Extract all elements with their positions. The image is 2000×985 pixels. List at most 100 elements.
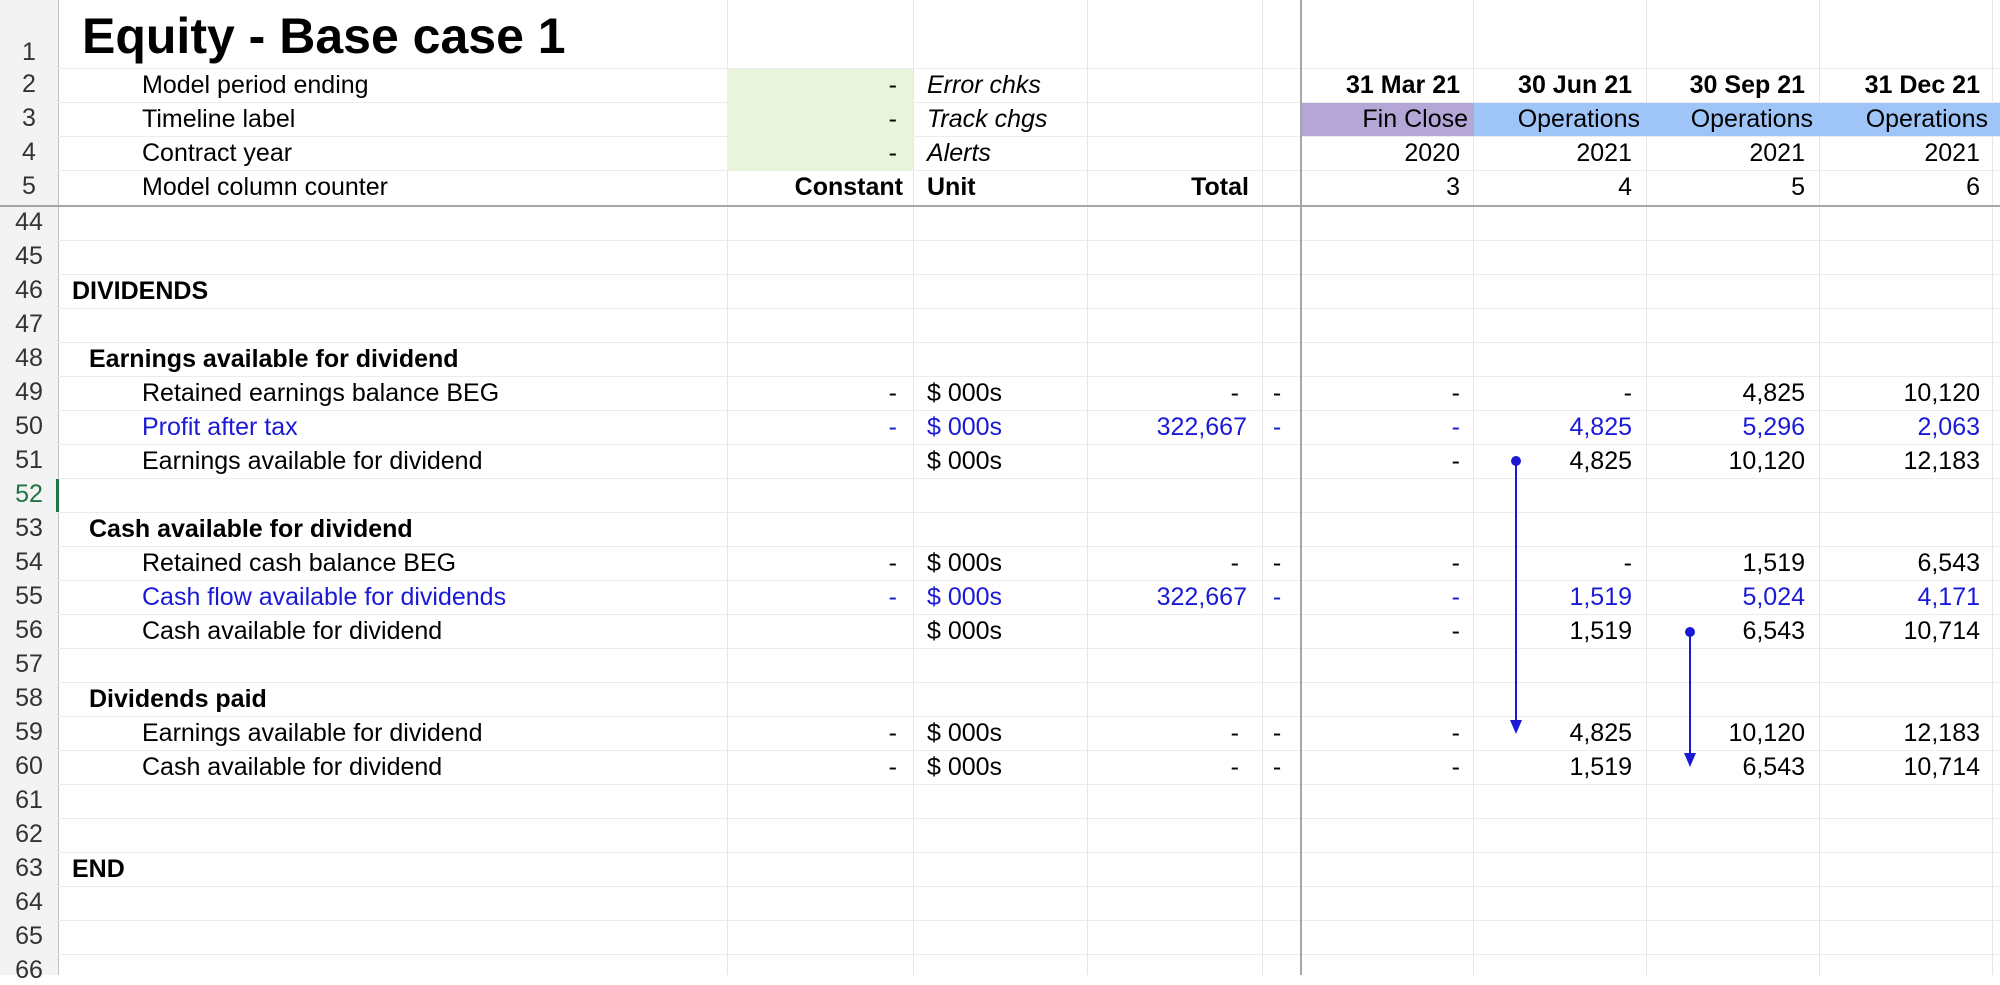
row-number[interactable]: 51 — [0, 446, 58, 475]
subsection-heading[interactable]: Cash available for dividend — [89, 512, 413, 546]
section-heading-end[interactable]: END — [72, 852, 125, 886]
row-number[interactable]: 56 — [0, 616, 58, 645]
constant-cell[interactable]: - — [727, 376, 897, 410]
total-cell[interactable]: - — [1087, 716, 1239, 750]
unit-cell[interactable]: $ 000s — [927, 444, 1002, 478]
contract-year[interactable]: 2020 — [1302, 136, 1460, 170]
row-number[interactable]: 45 — [0, 242, 58, 271]
contract-year[interactable]: 2021 — [1820, 136, 1980, 170]
constant-header[interactable]: Constant — [727, 170, 903, 204]
row-label[interactable]: Cash available for dividend — [142, 750, 442, 784]
row-number[interactable]: 65 — [0, 922, 58, 951]
value-cell[interactable]: 10,120 — [1820, 376, 1980, 410]
row-number[interactable]: 48 — [0, 344, 58, 373]
period-date[interactable]: 30 Sep 21 — [1647, 68, 1805, 102]
row-number[interactable]: 54 — [0, 548, 58, 577]
flag-cell[interactable]: - — [1262, 410, 1292, 444]
value-cell[interactable]: 4,825 — [1474, 444, 1632, 478]
value-cell[interactable]: 5,024 — [1647, 580, 1805, 614]
flag-cell[interactable]: - — [1262, 580, 1292, 614]
row-number[interactable]: 49 — [0, 378, 58, 407]
period-date[interactable]: 31 Dec 21 — [1820, 68, 1980, 102]
row-number[interactable]: 3 — [0, 104, 58, 133]
row-label-linked[interactable]: Cash flow available for dividends — [142, 580, 506, 614]
row-number[interactable]: 55 — [0, 582, 58, 611]
unit-cell[interactable]: $ 000s — [927, 410, 1002, 444]
value-cell[interactable]: - — [1474, 546, 1632, 580]
row-number-selected[interactable]: 52 — [0, 480, 58, 509]
value-cell[interactable]: - — [1302, 750, 1460, 784]
row-number[interactable]: 50 — [0, 412, 58, 441]
flag-cell[interactable]: - — [1262, 376, 1292, 410]
row-number[interactable]: 59 — [0, 718, 58, 747]
input-cell[interactable]: - — [727, 102, 897, 136]
value-cell[interactable]: 1,519 — [1474, 614, 1632, 648]
value-cell[interactable]: 4,825 — [1474, 410, 1632, 444]
value-cell[interactable]: 6,543 — [1647, 750, 1805, 784]
contract-year[interactable]: 2021 — [1647, 136, 1805, 170]
unit-cell[interactable]: $ 000s — [927, 716, 1002, 750]
unit-cell[interactable]: $ 000s — [927, 580, 1002, 614]
timeline-label[interactable]: Operations — [1474, 102, 1640, 136]
timeline-label[interactable]: Operations — [1820, 102, 1988, 136]
error-checks-link[interactable]: Error chks — [927, 68, 1041, 102]
alerts-link[interactable]: Alerts — [927, 136, 991, 170]
value-cell[interactable]: 2,063 — [1820, 410, 1980, 444]
value-cell[interactable]: 10,120 — [1647, 444, 1805, 478]
subsection-heading[interactable]: Earnings available for dividend — [89, 342, 459, 376]
value-cell[interactable]: 6,543 — [1647, 614, 1805, 648]
label-contract-year[interactable]: Contract year — [142, 136, 292, 170]
value-cell[interactable]: 4,171 — [1820, 580, 1980, 614]
input-cell[interactable]: - — [727, 136, 897, 170]
row-label-linked[interactable]: Profit after tax — [142, 410, 298, 444]
value-cell[interactable]: - — [1302, 376, 1460, 410]
constant-cell[interactable]: - — [727, 750, 897, 784]
column-counter[interactable]: 6 — [1820, 170, 1980, 204]
row-number[interactable]: 46 — [0, 276, 58, 305]
row-number[interactable]: 44 — [0, 208, 58, 237]
row-number[interactable]: 61 — [0, 786, 58, 815]
label-model-period-ending[interactable]: Model period ending — [142, 68, 369, 102]
total-cell[interactable]: 322,667 — [1087, 410, 1247, 444]
row-number[interactable]: 58 — [0, 684, 58, 713]
timeline-label[interactable]: Fin Close — [1302, 102, 1468, 136]
row-number[interactable]: 63 — [0, 854, 58, 883]
value-cell[interactable]: - — [1302, 444, 1460, 478]
total-header[interactable]: Total — [1087, 170, 1249, 204]
column-counter[interactable]: 3 — [1302, 170, 1460, 204]
row-label[interactable]: Retained earnings balance BEG — [142, 376, 499, 410]
row-label[interactable]: Retained cash balance BEG — [142, 546, 456, 580]
total-cell[interactable]: - — [1087, 376, 1239, 410]
value-cell[interactable]: 12,183 — [1820, 716, 1980, 750]
row-number[interactable]: 47 — [0, 310, 58, 339]
unit-header[interactable]: Unit — [927, 170, 976, 204]
unit-cell[interactable]: $ 000s — [927, 750, 1002, 784]
column-counter[interactable]: 4 — [1474, 170, 1632, 204]
value-cell[interactable]: 1,519 — [1474, 750, 1632, 784]
row-number[interactable]: 4 — [0, 138, 58, 167]
value-cell[interactable]: - — [1302, 716, 1460, 750]
period-date[interactable]: 30 Jun 21 — [1474, 68, 1632, 102]
value-cell[interactable]: - — [1302, 614, 1460, 648]
row-number[interactable]: 60 — [0, 752, 58, 781]
subsection-heading[interactable]: Dividends paid — [89, 682, 267, 716]
track-changes-link[interactable]: Track chgs — [927, 102, 1047, 136]
value-cell[interactable]: - — [1302, 580, 1460, 614]
value-cell[interactable]: - — [1474, 376, 1632, 410]
label-column-counter[interactable]: Model column counter — [142, 170, 388, 204]
value-cell[interactable]: 1,519 — [1474, 580, 1632, 614]
flag-cell[interactable]: - — [1262, 716, 1292, 750]
row-number[interactable]: 53 — [0, 514, 58, 543]
total-cell[interactable]: - — [1087, 546, 1239, 580]
sheet-title[interactable]: Equity - Base case 1 — [82, 8, 566, 64]
value-cell[interactable]: 4,825 — [1474, 716, 1632, 750]
period-date[interactable]: 31 Mar 21 — [1302, 68, 1460, 102]
contract-year[interactable]: 2021 — [1474, 136, 1632, 170]
spreadsheet-grid[interactable]: 1 2 3 4 5 44 45 46 47 48 49 50 51 52 53 … — [0, 0, 2000, 984]
row-label[interactable]: Cash available for dividend — [142, 614, 442, 648]
column-counter[interactable]: 5 — [1647, 170, 1805, 204]
total-cell[interactable]: 322,667 — [1087, 580, 1247, 614]
value-cell[interactable]: 6,543 — [1820, 546, 1980, 580]
value-cell[interactable]: 10,714 — [1820, 614, 1980, 648]
value-cell[interactable]: 4,825 — [1647, 376, 1805, 410]
